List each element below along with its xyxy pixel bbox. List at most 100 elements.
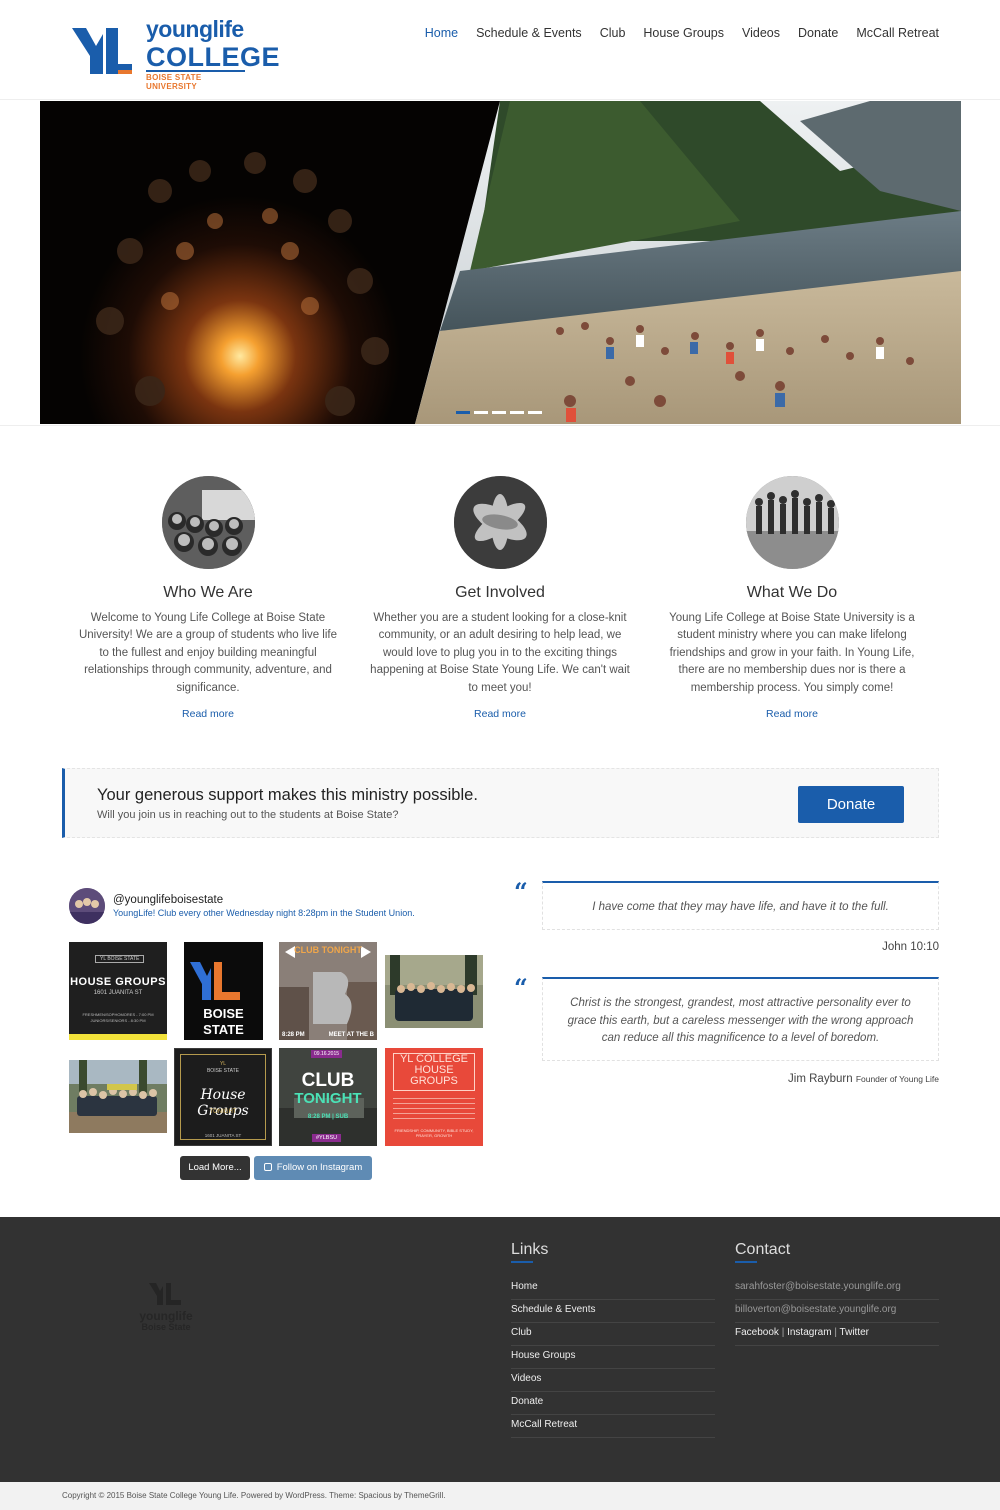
site-header: younglife COLLEGE BOISE STATE UNIVERSITY… (0, 0, 1000, 100)
site-footer: younglife Boise State Links Home Schedul… (0, 1217, 1000, 1482)
nav-donate[interactable]: Donate (789, 24, 847, 42)
feature-title: What We Do (746, 584, 838, 601)
post-title: TONIGHT (294, 1090, 362, 1107)
site-logo[interactable]: younglife COLLEGE BOISE STATE UNIVERSITY (72, 16, 280, 91)
post-line: FRESHMEN/SOPHOMORES - 7:00 PM (82, 1012, 154, 1017)
slider-dot[interactable] (510, 411, 524, 414)
post-stripe (69, 1034, 167, 1040)
footer-logo[interactable]: younglife Boise State (134, 1283, 198, 1333)
feature-image (161, 476, 255, 569)
donate-callout: Your generous support makes this ministr… (62, 768, 939, 838)
brand-divider (146, 70, 245, 72)
callout-heading: Your generous support makes this ministr… (97, 786, 478, 804)
post-text: STATE (203, 1022, 244, 1037)
post-title: CLUB TONIGHT (294, 945, 362, 955)
post-brand: BOISE STATE (206, 1068, 240, 1074)
nav-mccall-retreat[interactable]: McCall Retreat (847, 24, 939, 42)
slider-dot[interactable] (456, 411, 470, 414)
links-heading: Links (511, 1241, 549, 1263)
footer-contact: sarahfoster@boisestate.younglife.org bil… (735, 1277, 939, 1346)
footer-link-mccall-retreat[interactable]: McCall Retreat (511, 1415, 715, 1438)
instagram-post[interactable]: 09.16.2015 CLUB TONIGHT 8:28 PM | SUB #Y… (279, 1048, 377, 1146)
brand-subtitle: BOISE STATE UNIVERSITY (146, 73, 202, 91)
post-address: 1601 JUANITA ST (93, 990, 143, 996)
read-more-link[interactable]: Read more (766, 708, 818, 720)
quote-icon: “ (514, 973, 528, 1002)
feature-image (745, 476, 839, 569)
footer-logo-sub: Boise State (141, 1322, 191, 1332)
post-title: GROUPS (410, 1075, 458, 1087)
load-more-button[interactable]: Load More... (180, 1156, 250, 1180)
instagram-icon (263, 1163, 272, 1171)
nav-house-groups[interactable]: House Groups (634, 24, 733, 42)
post-time: 8:28 PM (282, 1032, 305, 1038)
post-badge: YL BOISE STATE (95, 955, 145, 963)
nav-schedule-events[interactable]: Schedule & Events (467, 24, 591, 42)
instagram-post[interactable]: YL BOISE STATE HOUSE GROUPS 1601 JUANITA… (69, 942, 167, 1040)
footer-link-home[interactable]: Home (511, 1277, 715, 1300)
follow-instagram-button[interactable]: Follow on Instagram (254, 1156, 372, 1180)
post-title: YL COLLEGE (399, 1053, 469, 1065)
post-hashtag: #YLBSU (312, 1134, 342, 1142)
quote-box: I have come that they may have life, and… (542, 881, 939, 930)
quote-box: Christ is the strongest, grandest, most … (542, 977, 939, 1061)
section-divider (0, 425, 1000, 426)
instagram-link[interactable]: Instagram (787, 1327, 831, 1338)
post-time: 8:28 PM | SUB (307, 1114, 349, 1120)
quote-text: I have come that they may have life, and… (592, 901, 889, 913)
footer-links: Home Schedule & Events Club House Groups… (511, 1277, 715, 1438)
hero-image (40, 101, 961, 424)
contact-email[interactable]: billoverton@boisestate.younglife.org (735, 1300, 939, 1323)
instagram-post[interactable]: YL COLLEGE HOUSE GROUPS FRIENDSHIP, COMM… (385, 1048, 483, 1146)
post-details (393, 1098, 475, 1120)
feature-title: Get Involved (455, 584, 545, 601)
footer-logo-text: younglife (139, 1309, 193, 1323)
post-title: CLUB (301, 1070, 355, 1091)
instagram-post[interactable]: BOISE STATE (184, 942, 263, 1040)
yl-logo-icon (72, 28, 132, 74)
instagram-username[interactable]: @younglifeboisestate (113, 894, 223, 906)
follow-label: Follow on Instagram (276, 1162, 363, 1173)
instagram-post[interactable]: YL BOISE STATE House Groups TONIGHT 1601… (174, 1048, 272, 1146)
post-caption: MEET AT THE B (328, 1032, 374, 1038)
main-nav: Home Schedule & Events Club House Groups… (416, 24, 939, 42)
post-subtitle: TONIGHT (209, 1109, 237, 1115)
post-text: BOISE (203, 1006, 244, 1021)
post-title: HOUSE GROUPS (70, 976, 166, 988)
instagram-post[interactable] (385, 955, 483, 1028)
feature-text: Young Life College at Boise State Univer… (669, 612, 915, 694)
nav-club[interactable]: Club (591, 24, 635, 42)
slider-dot[interactable] (528, 411, 542, 414)
read-more-link[interactable]: Read more (182, 708, 234, 720)
nav-videos[interactable]: Videos (733, 24, 789, 42)
post-address: 1601 JUANITA ST (204, 1133, 242, 1138)
footer-link-club[interactable]: Club (511, 1323, 715, 1346)
instagram-avatar[interactable] (69, 888, 105, 924)
footer-link-donate[interactable]: Donate (511, 1392, 715, 1415)
post-title: HOUSE (414, 1064, 454, 1076)
donate-button[interactable]: Donate (798, 786, 904, 823)
twitter-link[interactable]: Twitter (840, 1327, 869, 1338)
instagram-post[interactable]: CLUB TONIGHT 8:28 PM MEET AT THE B (279, 942, 377, 1040)
quote-author: Jim Rayburn (788, 1073, 853, 1085)
social-links: Facebook | Instagram | Twitter (735, 1323, 939, 1346)
footer-link-house-groups[interactable]: House Groups (511, 1346, 715, 1369)
nav-home[interactable]: Home (416, 24, 467, 42)
instagram-post[interactable] (69, 1060, 167, 1133)
contact-email[interactable]: sarahfoster@boisestate.younglife.org (735, 1277, 939, 1300)
quote-role: Founder of Young Life (855, 1074, 939, 1084)
feature-image (453, 476, 547, 569)
hero-slider[interactable] (40, 101, 961, 424)
feature-text: Whether you are a student looking for a … (370, 612, 630, 694)
post-footer: FRIENDSHIP, COMMUNITY, BIBLE STUDY, PRAY… (394, 1128, 474, 1138)
read-more-link[interactable]: Read more (474, 708, 526, 720)
slider-dot[interactable] (492, 411, 506, 414)
footer-link-videos[interactable]: Videos (511, 1369, 715, 1392)
quote-citation: Jim Rayburn Founder of Young Life (788, 1073, 939, 1085)
footer-link-schedule-events[interactable]: Schedule & Events (511, 1300, 715, 1323)
instagram-bio: YoungLife! Club every other Wednesday ni… (113, 908, 415, 918)
slider-dot[interactable] (474, 411, 488, 414)
copyright-bar: Copyright © 2015 Boise State College You… (0, 1482, 1000, 1510)
feature-text: Welcome to Young Life College at Boise S… (78, 612, 338, 694)
facebook-link[interactable]: Facebook (735, 1327, 779, 1338)
